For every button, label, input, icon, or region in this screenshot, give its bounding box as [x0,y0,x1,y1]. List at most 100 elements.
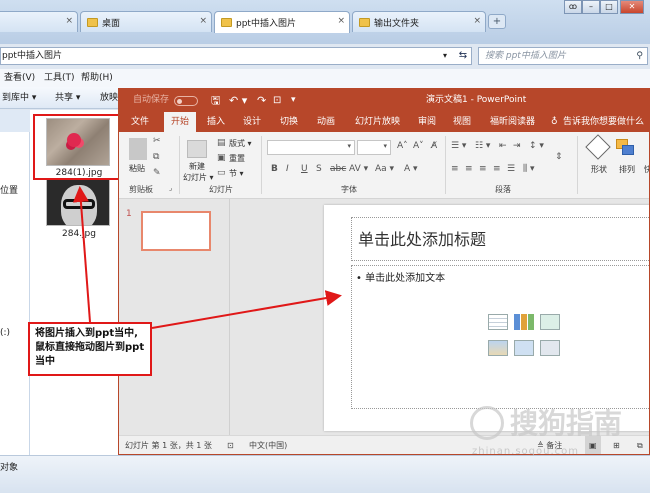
shadow-icon[interactable]: S [316,164,322,174]
menu-help[interactable]: 帮助(H) [81,69,113,87]
presentation-icon[interactable]: ⊡ [273,89,281,112]
dialog-launcher-icon[interactable]: ⌟ [169,184,172,192]
user-button[interactable]: ꝏ [564,0,582,14]
tab-previous[interactable]: × [0,11,78,32]
distributed-icon[interactable]: ☰ [507,164,515,174]
spelling-icon[interactable]: ⊡ [227,436,234,454]
content-placeholder[interactable]: • 单击此处添加文本 [351,265,649,409]
video-icon[interactable] [540,340,560,356]
columns-icon[interactable]: ⫼ ▾ [523,164,535,174]
chevron-down-icon[interactable]: ▾ [347,142,351,150]
tab-insert[interactable]: 插入 [207,112,225,132]
align-left-icon[interactable]: ≡ [451,164,459,174]
tab-transitions[interactable]: 切换 [280,112,298,132]
navigation-pane[interactable]: 位置 (:) [0,110,30,455]
tab-output-folder[interactable]: 输出文件夹 × [352,11,486,32]
refresh-icon[interactable]: ⇆ [454,47,472,65]
decrease-font-icon[interactable]: A˅ [413,141,424,151]
share-button[interactable]: 共享 ▾ [55,87,80,109]
paste-button[interactable]: 粘贴 [129,163,145,174]
font-size-select[interactable]: ▾ [357,140,391,155]
char-spacing-icon[interactable]: AV ▾ [349,164,368,174]
quick-styles-button[interactable]: 快 [644,164,649,175]
tab-view[interactable]: 视图 [453,112,471,132]
nav-selected-item[interactable] [0,110,30,132]
online-picture-icon[interactable] [514,340,534,356]
strikethrough-icon[interactable]: abc [330,164,346,174]
align-center-icon[interactable]: ≡ [465,164,473,174]
italic-icon[interactable]: I [286,164,289,174]
tell-me-box[interactable]: 告诉我你想要做什么 [563,112,644,132]
undo-icon[interactable]: ↶ ▾ [229,89,247,112]
nav-item-drive[interactable]: (:) [0,328,10,338]
new-slide-button[interactable]: 新建 [189,161,205,172]
clear-format-icon[interactable]: A̸ [431,141,437,151]
minimize-button[interactable]: – [582,0,600,14]
format-painter-icon[interactable]: ✎ [153,168,161,178]
tab-design[interactable]: 设计 [243,112,261,132]
pane-divider[interactable] [229,199,230,435]
tab-home[interactable]: 开始 [164,112,197,132]
bold-icon[interactable]: B [271,164,278,174]
autosave-toggle[interactable] [174,96,198,106]
slide-thumbnail[interactable] [141,211,211,251]
picture-icon[interactable] [488,340,508,356]
tab-file[interactable]: 文件 [131,112,149,132]
arrange-button[interactable]: 排列 [619,164,635,175]
decrease-indent-icon[interactable]: ⇤ [499,141,507,151]
tab-desktop[interactable]: 桌面 × [80,11,212,32]
close-window-button[interactable]: ✕ [620,0,644,14]
bullets-icon[interactable]: ☰ ▾ [451,141,466,151]
close-icon[interactable]: × [65,16,73,26]
cut-icon[interactable]: ✂ [153,136,161,146]
table-icon[interactable] [488,314,508,330]
slide-canvas[interactable]: 单击此处添加标题 • 单击此处添加文本 [324,205,649,431]
redo-icon[interactable]: ↷ [257,89,266,112]
menu-tools[interactable]: 工具(T) [44,69,75,87]
paste-icon[interactable] [129,138,147,160]
maximize-button[interactable]: □ [600,0,618,14]
slideshow-button[interactable]: 放映 [100,87,118,109]
new-slide-dropdown[interactable]: 幻灯片 ▾ [183,172,214,183]
close-icon[interactable]: × [473,16,481,26]
chart-icon[interactable] [514,314,534,330]
tab-foxit-reader[interactable]: 福昕阅读器 [490,112,535,132]
search-input[interactable]: 搜索 ppt中插入图片 ⚲ [478,47,648,65]
file-name[interactable]: 284.jpg [34,229,124,239]
new-tab-button[interactable]: + [488,14,506,29]
title-placeholder[interactable]: 单击此处添加标题 [351,217,649,261]
smartart-icon[interactable] [540,314,560,330]
copy-icon[interactable]: ⧉ [153,152,159,162]
tab-ppt-insert-image[interactable]: ppt中插入图片 × [214,11,350,33]
file-thumbnail-portrait[interactable] [46,178,110,226]
address-bar[interactable]: ppt中插入图片 ▾ [0,47,472,65]
justify-icon[interactable]: ≡ [493,164,501,174]
include-in-library-button[interactable]: 到库中 ▾ [2,87,36,109]
font-color-icon[interactable]: A ▾ [404,164,418,174]
underline-icon[interactable]: U [301,164,308,174]
menu-view[interactable]: 查看(V) [4,69,35,87]
tab-slideshow[interactable]: 幻灯片放映 [355,112,400,132]
increase-font-icon[interactable]: A˄ [397,141,408,151]
align-right-icon[interactable]: ≡ [479,164,487,174]
customize-qat-icon[interactable]: ▾ [291,89,296,112]
layout-button[interactable]: 版式 ▾ [229,138,252,149]
shapes-button[interactable]: 形状 [591,164,607,175]
chevron-down-icon[interactable]: ▾ [383,142,387,150]
text-direction-icon[interactable]: ⇕ [555,152,563,162]
language-status[interactable]: 中文(中国) [249,436,287,454]
line-spacing-icon[interactable]: ↕ ▾ [529,141,544,151]
tab-review[interactable]: 审阅 [418,112,436,132]
close-icon[interactable]: × [337,16,345,26]
increase-indent-icon[interactable]: ⇥ [513,141,521,151]
reset-button[interactable]: 重置 [229,153,245,164]
reading-view-icon[interactable]: ⧉ [637,436,643,454]
search-icon[interactable]: ⚲ [636,48,643,64]
font-family-select[interactable]: ▾ [267,140,355,155]
change-case-icon[interactable]: Aa ▾ [375,164,394,174]
tab-animations[interactable]: 动画 [317,112,335,132]
save-icon[interactable]: 🖫 [211,89,220,112]
shapes-icon[interactable] [585,134,611,160]
chevron-down-icon[interactable]: ▾ [443,48,447,64]
new-slide-icon[interactable] [187,140,207,158]
